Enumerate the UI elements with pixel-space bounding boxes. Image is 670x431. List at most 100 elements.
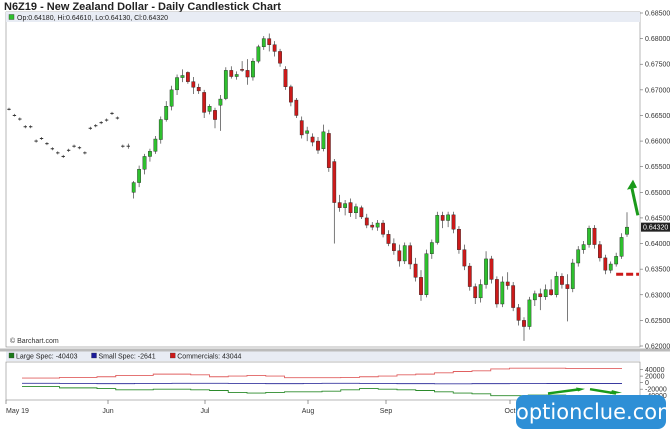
candle-up <box>543 289 548 298</box>
watermark-logo: optionclue.com <box>516 395 670 429</box>
candle-down <box>565 284 570 289</box>
candle-down <box>451 214 456 230</box>
candle-up <box>554 276 559 295</box>
candle-down <box>592 227 597 245</box>
candle-up <box>180 75 185 78</box>
candle-down <box>386 234 391 244</box>
price-y-tick-label: 0.66500 <box>645 113 670 120</box>
candle-up <box>153 138 158 152</box>
candle-up <box>223 70 228 99</box>
candle-down <box>289 86 293 103</box>
candle-down <box>467 265 472 287</box>
candle-down <box>489 258 494 280</box>
candle-up <box>625 226 629 235</box>
candle-up <box>402 245 407 262</box>
candle-up <box>137 169 141 183</box>
candle-down <box>272 44 277 52</box>
candle-up <box>576 249 581 264</box>
x-tick-label: Oct <box>505 408 516 415</box>
candle-up <box>354 206 358 214</box>
candle-down <box>505 281 510 286</box>
candle-up <box>570 262 575 289</box>
candle-up <box>527 299 532 327</box>
candle-down <box>549 289 553 295</box>
price-y-tick-label: 0.63000 <box>645 292 670 299</box>
candle-down <box>560 276 564 285</box>
candle-down <box>440 215 445 221</box>
candle-up <box>164 106 169 120</box>
candle-down <box>397 250 402 262</box>
price-y-tick-label: 0.67500 <box>645 62 670 69</box>
candle-down <box>408 245 413 265</box>
candle-up <box>343 203 347 208</box>
price-y-tick-label: 0.66000 <box>645 139 670 146</box>
price-legend-swatch <box>8 14 15 20</box>
x-tick-label: Jun <box>102 408 113 415</box>
price-y-tick-label: 0.62000 <box>645 344 670 351</box>
price-y-tick-label: 0.63500 <box>645 267 670 274</box>
candle-down <box>462 249 467 267</box>
candle-up <box>305 130 310 134</box>
candle-down <box>186 72 190 82</box>
candle-down <box>278 51 282 64</box>
candle-down <box>522 320 526 327</box>
candle-down <box>538 293 543 298</box>
barchart-credit: © Barchart.com <box>10 337 59 345</box>
price-y-tick-label: 0.62500 <box>645 318 670 325</box>
candle-up <box>532 293 537 301</box>
candle-down <box>326 133 331 168</box>
candle-down <box>516 307 521 321</box>
candle-up <box>234 74 239 77</box>
cot-legend-swatch <box>91 352 97 359</box>
x-tick-label: May 19 <box>6 408 29 415</box>
candle-up <box>256 46 261 62</box>
price-legend-text: Op:0.64180, Hi:0.64610, Lo:0.64130, Cl:0… <box>17 15 168 22</box>
cot-legend-label: Commercials: 43044 <box>177 354 241 361</box>
candle-down <box>603 257 608 271</box>
candle-down <box>294 99 299 116</box>
price-y-tick-label: 0.65000 <box>645 190 670 197</box>
candle-up <box>218 98 223 106</box>
candle-down <box>457 228 461 250</box>
last-price-label: 0.64320 <box>643 225 668 232</box>
cot-legend-label: Small Spec: -2641 <box>99 354 156 361</box>
candle-down <box>283 69 288 87</box>
candle-down <box>196 87 201 92</box>
candle-down <box>202 92 207 113</box>
candle-up <box>446 214 450 221</box>
candle-down <box>473 286 478 299</box>
candle-down <box>191 81 196 88</box>
candle-up <box>148 151 152 157</box>
price-y-tick-label: 0.64500 <box>645 215 670 222</box>
candle-down <box>316 140 320 151</box>
cot-legend-swatch <box>170 352 176 359</box>
candle-up <box>484 258 488 285</box>
candle-down <box>381 222 385 235</box>
candle-down <box>332 161 337 203</box>
candle-down <box>364 217 369 226</box>
candle-down <box>598 244 602 259</box>
candle-down <box>359 207 364 218</box>
price-y-tick-label: 0.68000 <box>645 36 670 43</box>
candle-up <box>175 77 179 91</box>
candle-up <box>424 253 429 295</box>
candle-up <box>435 215 440 243</box>
x-tick-label: Sep <box>380 408 393 415</box>
candle-up <box>158 119 163 140</box>
candle-down <box>267 38 272 45</box>
candle-up <box>251 60 255 78</box>
price-y-tick-label: 0.68500 <box>645 11 670 18</box>
candle-down <box>413 263 418 278</box>
candle-up <box>608 263 613 271</box>
candle-up <box>619 237 624 257</box>
candle-up <box>207 106 212 112</box>
candle-up <box>500 281 505 305</box>
cot-legend-swatch <box>8 352 15 359</box>
candle-up <box>131 182 136 193</box>
x-tick-label: Jul <box>201 408 210 415</box>
candle-up <box>321 131 326 149</box>
candle-down <box>348 202 353 214</box>
candle-down <box>392 243 396 251</box>
candle-down <box>245 70 250 78</box>
candle-down <box>495 279 499 305</box>
